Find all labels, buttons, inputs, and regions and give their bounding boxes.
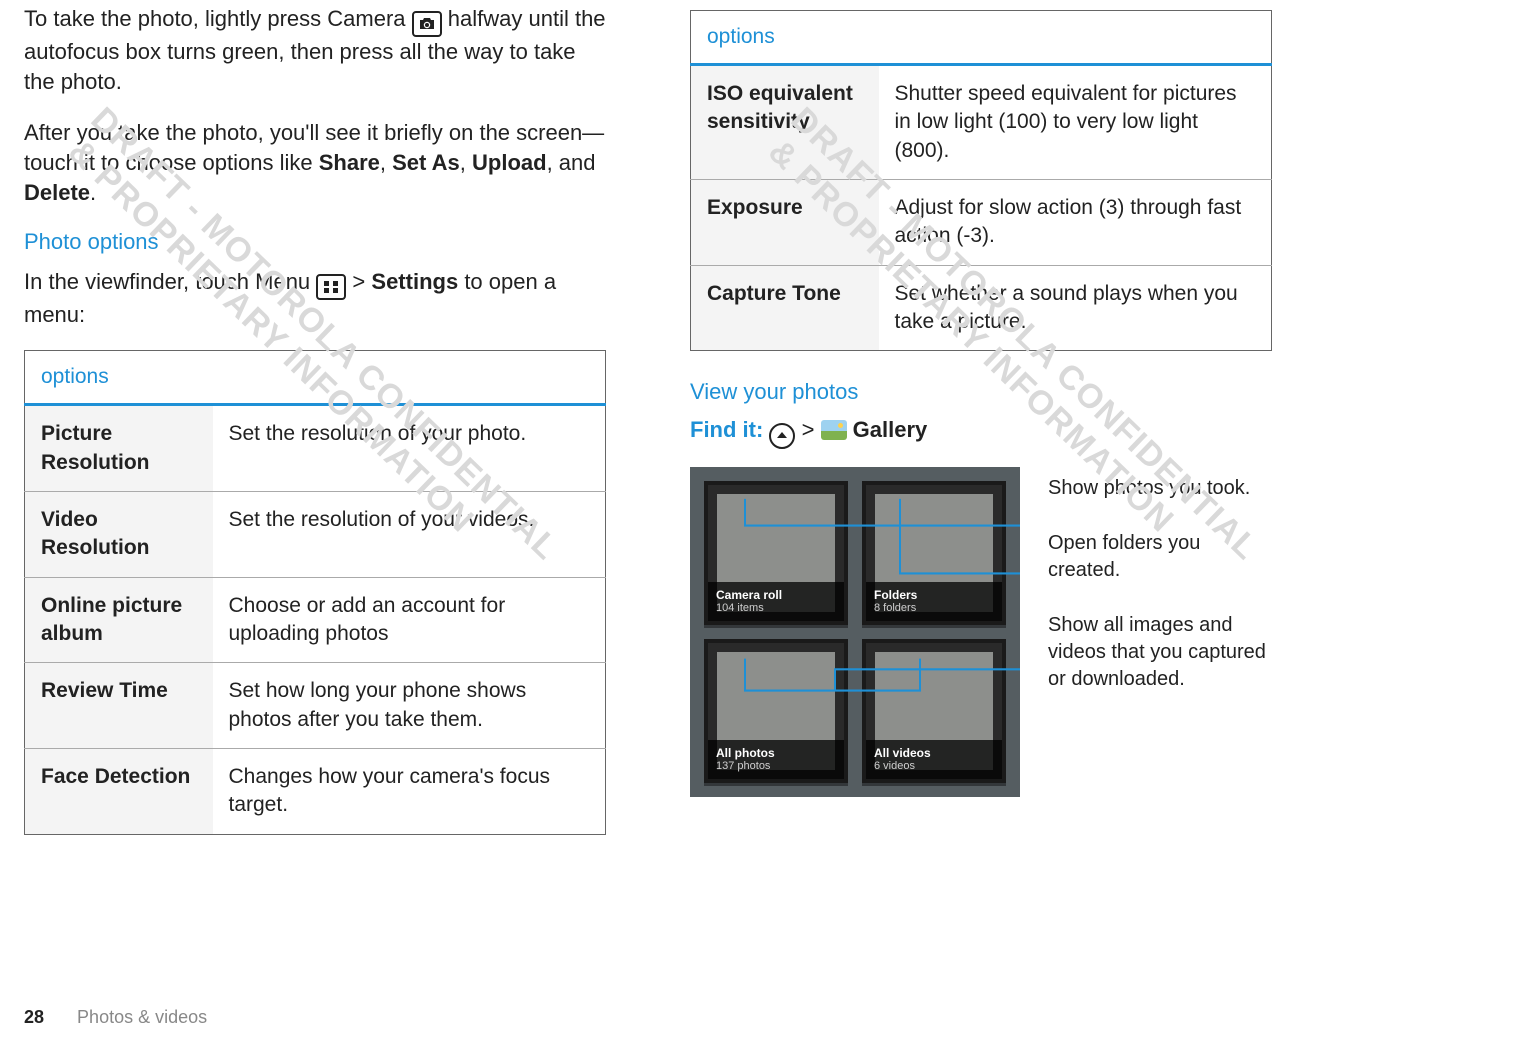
table-row: Exposure Adjust for slow action (3) thro… bbox=[691, 180, 1272, 266]
option-name: Picture Resolution bbox=[25, 405, 213, 492]
paragraph: In the viewfinder, touch Menu > Settings… bbox=[24, 267, 606, 330]
option-desc: Changes how your camera's focus target. bbox=[213, 748, 606, 834]
gallery-tile-all-videos: All videos 6 videos bbox=[862, 639, 1006, 783]
tile-subtitle: 6 videos bbox=[874, 760, 994, 772]
section-name: Photos & videos bbox=[77, 1007, 207, 1027]
gallery-tile-camera-roll: Camera roll 104 items bbox=[704, 481, 848, 625]
option-desc: Adjust for slow action (3) through fast … bbox=[879, 180, 1272, 266]
text: > bbox=[352, 269, 371, 294]
table-row: Picture Resolution Set the resolution of… bbox=[25, 405, 606, 492]
left-column: To take the photo, lightly press Camera … bbox=[24, 4, 606, 835]
tile-subtitle: 104 items bbox=[716, 602, 836, 614]
text: To take the photo, lightly press Camera bbox=[24, 6, 412, 31]
bold-text: Share bbox=[319, 150, 380, 175]
text: In the viewfinder, touch Menu bbox=[24, 269, 316, 294]
tile-title: All videos bbox=[874, 746, 994, 760]
table-row: Video Resolution Set the resolution of y… bbox=[25, 491, 606, 577]
bold-text: Set As bbox=[392, 150, 460, 175]
bold-text: Upload bbox=[472, 150, 547, 175]
gallery-tile-folders: Folders 8 folders bbox=[862, 481, 1006, 625]
gallery-screenshot: Camera roll 104 items Folders 8 folders bbox=[690, 467, 1020, 797]
table-row: Online picture album Choose or add an ac… bbox=[25, 577, 606, 663]
options-table: options ISO equivalent sensitivity Shutt… bbox=[690, 10, 1272, 351]
option-name: Exposure bbox=[691, 180, 879, 266]
option-name: Face Detection bbox=[25, 748, 213, 834]
page-number: 28 bbox=[24, 1007, 44, 1027]
section-heading: View your photos bbox=[690, 379, 1272, 405]
paragraph: After you take the photo, you'll see it … bbox=[24, 118, 606, 209]
table-header: options bbox=[691, 11, 1272, 65]
tile-title: All photos bbox=[716, 746, 836, 760]
table-row: ISO equivalent sensitivity Shutter speed… bbox=[691, 65, 1272, 180]
option-name: ISO equivalent sensitivity bbox=[691, 65, 879, 180]
option-name: Online picture album bbox=[25, 577, 213, 663]
option-name: Review Time bbox=[25, 663, 213, 749]
menu-icon bbox=[316, 274, 346, 300]
bold-text: Delete bbox=[24, 180, 90, 205]
option-name: Video Resolution bbox=[25, 491, 213, 577]
paragraph: To take the photo, lightly press Camera … bbox=[24, 4, 606, 98]
right-column: options ISO equivalent sensitivity Shutt… bbox=[690, 4, 1272, 835]
table-row: Capture Tone Set whether a sound plays w… bbox=[691, 265, 1272, 351]
option-desc: Set whether a sound plays when you take … bbox=[879, 265, 1272, 351]
find-it-line: Find it: > Gallery bbox=[690, 417, 1272, 449]
camera-icon bbox=[412, 11, 442, 37]
table-header: options bbox=[25, 351, 606, 405]
option-desc: Set how long your phone shows photos aft… bbox=[213, 663, 606, 749]
option-desc: Shutter speed equivalent for pictures in… bbox=[879, 65, 1272, 180]
page-footer: 28 Photos & videos bbox=[24, 1007, 207, 1028]
text: > bbox=[802, 417, 821, 442]
tile-subtitle: 137 photos bbox=[716, 760, 836, 772]
option-name: Capture Tone bbox=[691, 265, 879, 351]
gallery-icon bbox=[821, 420, 847, 440]
bold-text: Settings bbox=[371, 269, 458, 294]
tile-subtitle: 8 folders bbox=[874, 602, 994, 614]
annotation: Open folders you created. bbox=[1048, 530, 1272, 584]
home-icon bbox=[769, 423, 795, 449]
option-desc: Set the resolution of your videos. bbox=[213, 491, 606, 577]
annotation: Show all images and videos that you capt… bbox=[1048, 612, 1272, 693]
section-heading: Photo options bbox=[24, 229, 606, 255]
table-row: Face Detection Changes how your camera's… bbox=[25, 748, 606, 834]
gallery-tile-all-photos: All photos 137 photos bbox=[704, 639, 848, 783]
options-table: options Picture Resolution Set the resol… bbox=[24, 350, 606, 834]
tile-title: Folders bbox=[874, 588, 994, 602]
annotation: Show photos you took. bbox=[1048, 475, 1272, 502]
tile-title: Camera roll bbox=[716, 588, 836, 602]
find-it-label: Find it: bbox=[690, 417, 763, 442]
table-row: Review Time Set how long your phone show… bbox=[25, 663, 606, 749]
annotation-column: Show photos you took. Open folders you c… bbox=[1048, 467, 1272, 797]
option-desc: Set the resolution of your photo. bbox=[213, 405, 606, 492]
option-desc: Choose or add an account for uploading p… bbox=[213, 577, 606, 663]
app-name: Gallery bbox=[853, 417, 928, 442]
